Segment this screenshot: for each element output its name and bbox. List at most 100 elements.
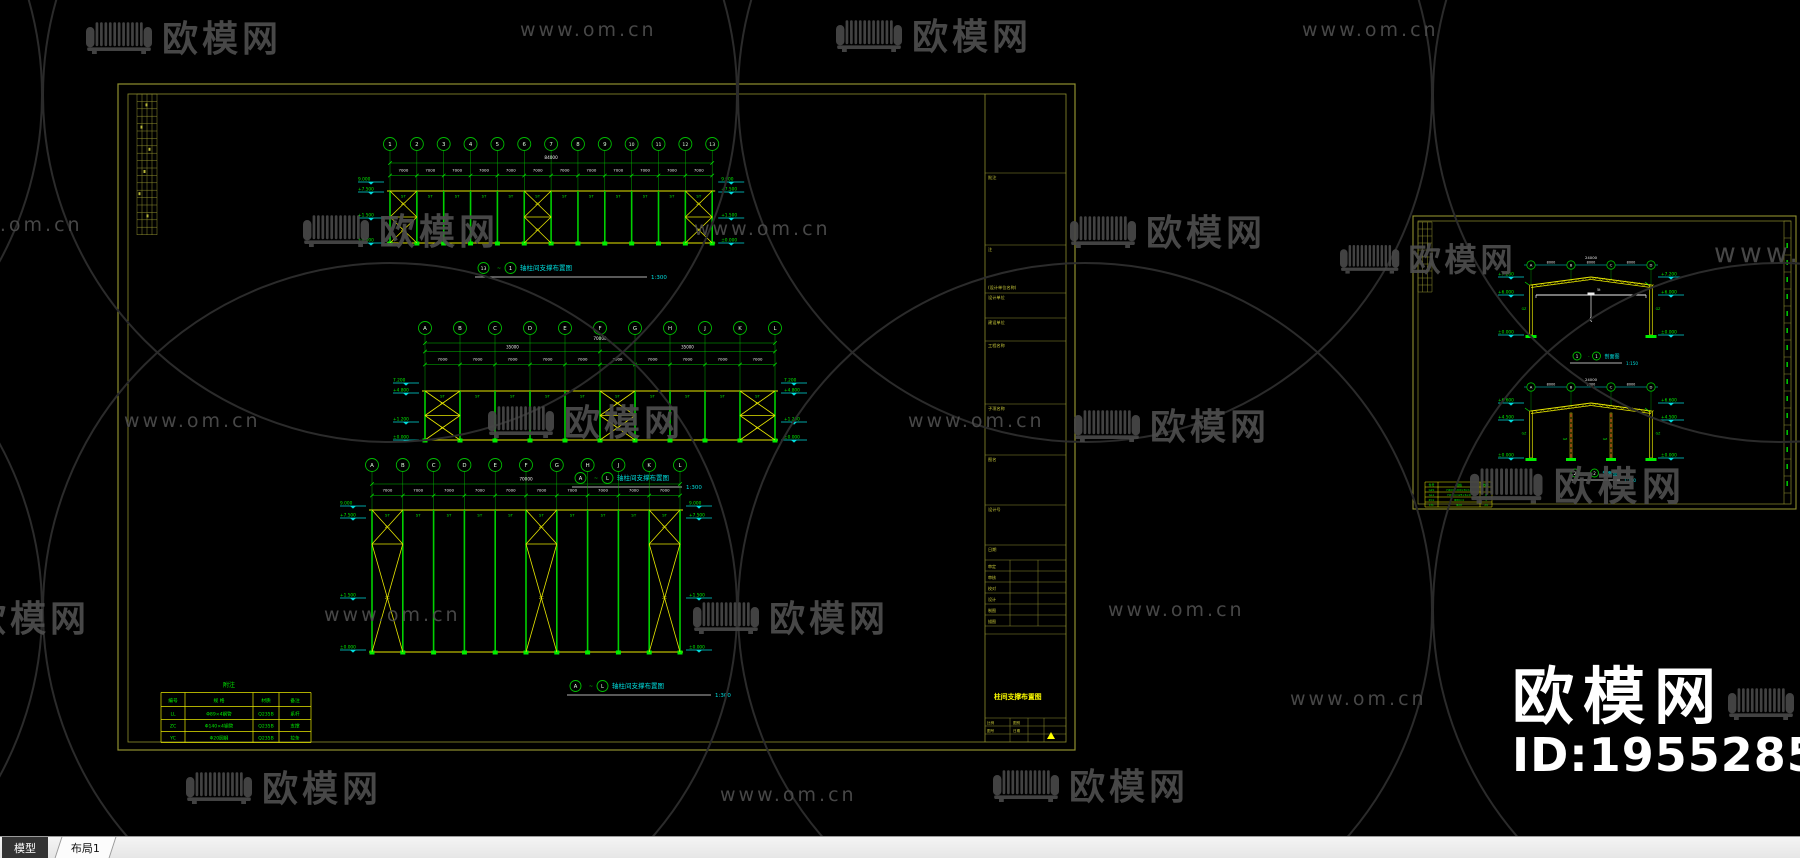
- brace-label: ZC: [615, 426, 620, 430]
- column-base: [615, 650, 621, 655]
- drawing-scale: 1:300: [686, 485, 702, 491]
- titleblock-bottom-label: 日期: [1013, 728, 1021, 733]
- brace-label: ZC: [401, 202, 406, 206]
- right-title-strip: [1783, 220, 1791, 504]
- dim-text: 7000: [598, 488, 608, 493]
- column-base: [1645, 458, 1657, 461]
- legend-header: 规 格: [213, 697, 224, 704]
- grid-label: 9: [603, 142, 607, 148]
- column-base: [461, 650, 467, 655]
- tab-layout1[interactable]: 布局1: [54, 837, 117, 858]
- brace-label: ZC: [385, 596, 390, 600]
- brace-label: ZC: [615, 401, 620, 405]
- column-base: [575, 241, 581, 246]
- dim-text: 7000: [613, 357, 623, 362]
- tie-label: ST: [615, 394, 620, 399]
- tab-model[interactable]: 模型: [2, 837, 48, 858]
- dim-text: 7000: [475, 488, 485, 493]
- dim-text: 7000: [413, 488, 423, 493]
- grid-label: A: [1530, 263, 1533, 268]
- sofa-icon: [1070, 211, 1136, 249]
- tie-label: ST: [416, 513, 421, 518]
- level-value: +1.200: [784, 417, 800, 423]
- dim-text: 8000: [1587, 261, 1596, 265]
- brace-label: ZC: [440, 426, 445, 430]
- dim-text: 7000: [506, 168, 516, 173]
- legend-table: 件号 规格 数量 GZ1 H400×200×8×12 2 GL1 H250×125×6×9 8 Z…: [1424, 481, 1493, 508]
- dim-text: 7000: [444, 488, 454, 493]
- column-base: [468, 241, 474, 246]
- grid-label: A: [370, 463, 374, 469]
- grid-label: 13: [709, 142, 715, 148]
- grid-label: B: [1570, 385, 1573, 390]
- titleblock-sign-label: 审核: [988, 574, 996, 580]
- grid-label: 4: [469, 142, 473, 148]
- level-value: ±0.000: [721, 238, 737, 244]
- level-value: +7.200: [1498, 272, 1514, 278]
- level-value: +7.200: [1661, 272, 1677, 278]
- drawing-scale: 1:150: [1624, 478, 1636, 483]
- tie-label: ST: [650, 394, 655, 399]
- sheet-inner-border: [1417, 220, 1792, 505]
- column: [1649, 410, 1653, 459]
- level-value: ±0.000: [358, 238, 374, 244]
- grid-label: D: [1650, 385, 1653, 390]
- watermark-site-url: www.om.cn: [0, 214, 83, 236]
- title-bubble-label: L: [606, 476, 609, 482]
- tie-label: ST: [670, 194, 675, 199]
- grid-label: K: [738, 326, 742, 332]
- tie-label: ST: [696, 194, 701, 199]
- sofa-icon: [836, 15, 902, 53]
- level-value: +4.500: [1661, 415, 1677, 421]
- grid-label: C: [432, 463, 436, 469]
- level-value: +1.200: [393, 417, 409, 423]
- title-bubble-label: 1: [509, 266, 512, 272]
- column-base: [492, 438, 498, 443]
- watermark-site-text: www.om.cn: [1290, 688, 1427, 710]
- dim-text: 7000: [560, 168, 570, 173]
- drawing-title: 轴柱间支撑布置图: [612, 681, 664, 690]
- grid-label: 8: [576, 142, 580, 148]
- titleblock-field-label: 日期: [988, 547, 996, 553]
- brace-label: ZC: [535, 228, 540, 232]
- dim-text: 7000: [536, 488, 546, 493]
- dim-text: 7000: [753, 357, 763, 362]
- tie-label: ST: [589, 194, 594, 199]
- tie-label: ST: [755, 394, 760, 399]
- section-drawing-sheet[interactable]: A B C D240008000 8000 8000GZ GZ5t+7.200 +7.200+…: [1412, 215, 1797, 510]
- tie-label: ST: [616, 194, 621, 199]
- title-separator: ~: [589, 684, 593, 690]
- dim-text: 8000: [1627, 383, 1636, 387]
- column-base: [585, 650, 591, 655]
- dim-text: 7000: [718, 357, 728, 362]
- grid-label: L: [773, 326, 776, 332]
- column-base: [682, 241, 688, 246]
- brace-label: ZC: [401, 228, 406, 232]
- main-drawing-sheet[interactable]: 批注注(设计单位名称)设计单位建设单位工程名称子项名称图名设计号日期审定审核校对…: [117, 78, 1077, 752]
- tie-label: ST: [562, 194, 567, 199]
- tie-label: ST: [545, 394, 550, 399]
- titleblock-field-label: 设计单位: [988, 294, 1005, 301]
- cad-viewport[interactable]: 欧模网 www.om.cn 欧模网 www.om.cn www.om.cn 欧模网 www.…: [0, 0, 1800, 858]
- dim-text: 7000: [533, 168, 543, 173]
- column-base: [1606, 458, 1616, 461]
- brace-label: ZC: [696, 202, 701, 206]
- grid-label: F: [598, 326, 601, 332]
- level-value: +4.800: [393, 388, 409, 394]
- level-value: 9.000: [689, 501, 702, 507]
- legend-cell: YC: [169, 736, 176, 742]
- elevation-1: 1 2 3 4 5 6 7 8 9 10 11 12 13840007000 7000 7000 7000 70…: [358, 137, 745, 281]
- grid-label: D: [1650, 263, 1653, 268]
- titleblock-field-label: 设计号: [988, 506, 1001, 513]
- title-bubble-label: 1: [1595, 354, 1598, 359]
- grid-label: 3: [442, 142, 445, 148]
- logo-id-text: ID:1955285: [1512, 728, 1800, 783]
- legend-cell: Φ140×4钢管: [205, 723, 234, 730]
- brace-label: ZC: [755, 401, 760, 405]
- level-value: +7.500: [689, 513, 705, 519]
- legend-cell: 支撑: [290, 723, 300, 730]
- grid-label: G: [555, 463, 559, 469]
- level-value: +4.500: [1498, 415, 1514, 421]
- grid-label: 2: [415, 142, 418, 148]
- tie-label: ST: [720, 394, 725, 399]
